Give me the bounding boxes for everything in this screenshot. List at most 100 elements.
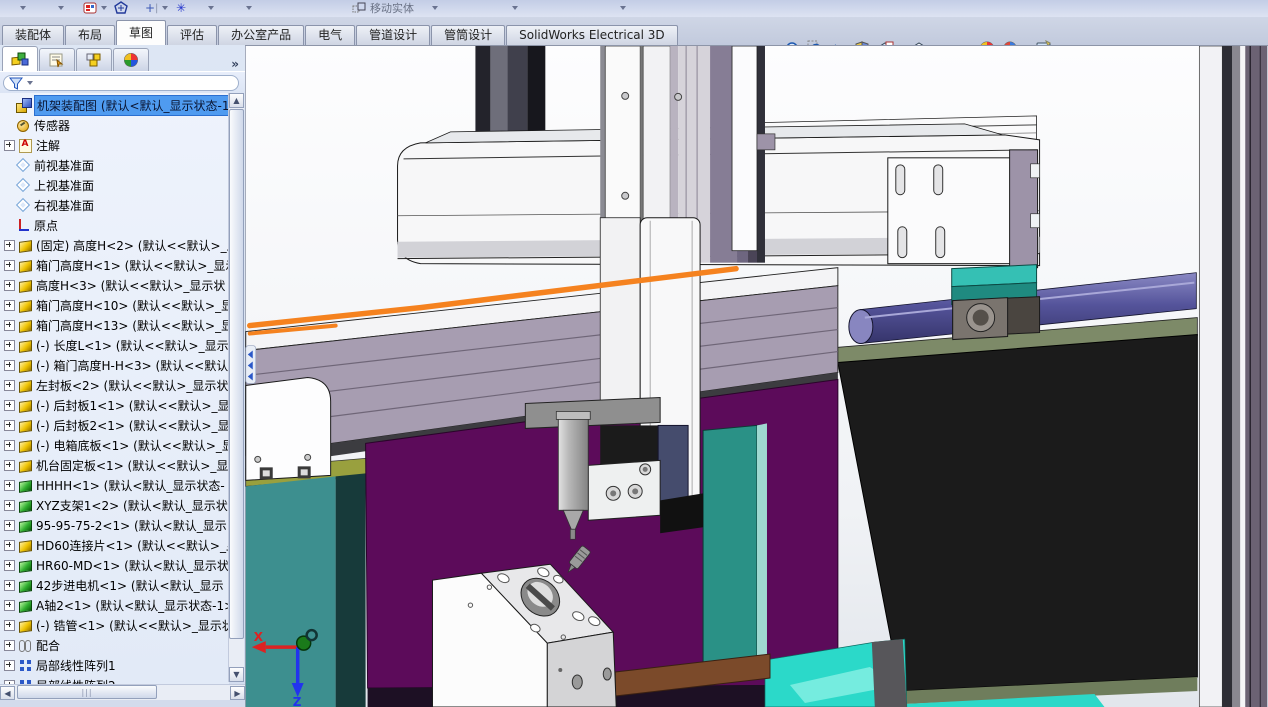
expander-icon[interactable] <box>4 620 15 631</box>
tree-item[interactable]: (-) 电箱底板<1> (默认<<默认>_显 <box>0 435 229 455</box>
tree-item[interactable]: (-) 锆管<1> (默认<<默认>_显示状 <box>0 615 229 635</box>
polygon-icon[interactable] <box>113 1 129 15</box>
tree-item[interactable]: (固定) 高度H<2> (默认<<默认>_显 <box>0 235 229 255</box>
scroll-up-button[interactable]: ▲ <box>229 93 244 108</box>
tree-item[interactable]: 95-95-75-2<1> (默认<默认_显示 <box>0 515 229 535</box>
expander-icon[interactable] <box>4 340 15 351</box>
toolbar-dropdown-icon[interactable] <box>58 1 64 15</box>
tree-item[interactable]: A轴2<1> (默认<默认_显示状态-1> <box>0 595 229 615</box>
tree-item[interactable]: 前视基准面 <box>0 155 229 175</box>
tab-property-manager[interactable] <box>39 48 75 71</box>
toolbar-dropdown-icon[interactable] <box>512 1 518 15</box>
scroll-left-button[interactable]: ◀ <box>0 686 15 700</box>
base-front-teal[interactable] <box>246 476 336 707</box>
panel-more-chevron[interactable]: » <box>231 57 239 71</box>
toolbar-dropdown-icon[interactable] <box>20 1 26 15</box>
tree-item[interactable]: HHHH<1> (默认<默认_显示状态- <box>0 475 229 495</box>
expander-icon[interactable] <box>4 280 15 291</box>
expander-icon[interactable] <box>4 260 15 271</box>
command-tab-9[interactable]: SolidWorks Electrical 3D <box>506 25 678 45</box>
color-swatch-icon[interactable] <box>83 1 98 15</box>
expander-icon[interactable] <box>4 400 15 411</box>
tree-item[interactable]: 配合 <box>0 635 229 655</box>
expander-icon[interactable] <box>4 460 15 471</box>
rail-bearing-block[interactable] <box>952 265 1040 340</box>
tree-item[interactable]: 机台固定板<1> (默认<<默认>_显 <box>0 455 229 475</box>
right-column[interactable] <box>1199 46 1267 707</box>
command-tab-1[interactable]: 装配体 <box>2 25 64 45</box>
stepper-motor[interactable] <box>600 425 658 465</box>
toolbar-dropdown-icon[interactable] <box>620 1 626 15</box>
expander-icon[interactable] <box>4 360 15 371</box>
expander-icon[interactable] <box>4 300 15 311</box>
expander-icon[interactable] <box>4 520 15 531</box>
tree-item[interactable]: 原点 <box>0 215 229 235</box>
tree-item[interactable]: (-) 箱门高度H-H<3> (默认<<默认 <box>0 355 229 375</box>
tree-item[interactable]: 箱门高度H<1> (默认<<默认>_显示 <box>0 255 229 275</box>
toolbar-dropdown-icon[interactable] <box>162 1 168 15</box>
tree-filter-input[interactable] <box>3 75 239 91</box>
plus-icon[interactable]: + <box>145 1 155 15</box>
toolbar-dropdown-icon[interactable] <box>101 1 107 15</box>
expander-icon[interactable] <box>4 380 15 391</box>
table-leg[interactable] <box>703 423 767 673</box>
move-entities-button[interactable]: 移动实体 <box>352 1 414 15</box>
command-tab-6[interactable]: 电气 <box>305 25 355 45</box>
tree-item[interactable]: (-) 后封板1<1> (默认<<默认>_显 <box>0 395 229 415</box>
tab-feature-manager[interactable] <box>2 46 38 71</box>
tree-item[interactable]: (-) 长度L<1> (默认<<默认>_显示 <box>0 335 229 355</box>
toolbar-dropdown-icon[interactable] <box>432 1 438 15</box>
tab-display-manager[interactable] <box>113 48 149 71</box>
scroll-right-button[interactable]: ▶ <box>230 686 245 700</box>
tree-item[interactable]: 箱门高度H<13> (默认<<默认>_显 <box>0 315 229 335</box>
tree-item[interactable]: HD60连接片<1> (默认<<默认>_显 <box>0 535 229 555</box>
tree-item[interactable]: 上视基准面 <box>0 175 229 195</box>
command-tab-7[interactable]: 管道设计 <box>356 25 430 45</box>
tree-item[interactable]: 右视基准面 <box>0 195 229 215</box>
rear-column[interactable] <box>475 46 545 142</box>
tree-item[interactable]: 箱门高度H<10> (默认<<默认>_显 <box>0 295 229 315</box>
toolbar-dropdown-icon[interactable] <box>208 1 214 15</box>
tree-item[interactable]: 注解 <box>0 135 229 155</box>
command-tab-2[interactable]: 布局 <box>65 25 115 45</box>
horizontal-scroll-thumb[interactable]: ||| <box>17 685 157 699</box>
tree-item[interactable]: 局部线性阵列1 <box>0 655 229 675</box>
expander-icon[interactable] <box>4 320 15 331</box>
tree-item[interactable]: 传感器 <box>0 115 229 135</box>
expander-icon[interactable] <box>4 580 15 591</box>
mount-plate[interactable] <box>525 397 660 428</box>
slide-block[interactable] <box>658 425 688 505</box>
filter-dropdown-icon[interactable] <box>27 81 33 85</box>
command-tab-5[interactable]: 办公室产品 <box>218 25 304 45</box>
beam-end-box[interactable] <box>246 377 331 480</box>
tab-configuration-manager[interactable] <box>76 48 112 71</box>
tree-item-root[interactable]: 机架装配图 (默认<默认_显示状态-1>) <box>0 95 229 115</box>
3d-viewport[interactable]: X Z <box>245 45 1268 707</box>
vertical-scroll-thumb[interactable] <box>229 109 244 639</box>
toolbar-dropdown-icon[interactable] <box>246 1 252 15</box>
expander-icon[interactable] <box>4 480 15 491</box>
tree-item[interactable]: HR60-MD<1> (默认<默认_显示状 <box>0 555 229 575</box>
expander-icon[interactable] <box>4 140 15 151</box>
tree-item[interactable]: XYZ支架1<2> (默认<默认_显示状 <box>0 495 229 515</box>
beam-end-plate[interactable] <box>888 150 1040 268</box>
expander-icon[interactable] <box>4 240 15 251</box>
spline-star-icon[interactable]: ✳ <box>176 1 186 15</box>
expander-icon[interactable] <box>4 420 15 431</box>
tree-item[interactable]: 左封板<2> (默认<<默认>_显示状 <box>0 375 229 395</box>
expander-icon[interactable] <box>4 640 15 651</box>
tree-item[interactable]: (-) 后封板2<1> (默认<<默认>_显 <box>0 415 229 435</box>
scroll-down-button[interactable]: ▼ <box>229 667 244 682</box>
tree-item[interactable]: 局部线性阵列2 <box>0 675 229 684</box>
command-tab-4[interactable]: 评估 <box>167 25 217 45</box>
panel-splitter-control[interactable] <box>246 346 256 384</box>
expander-icon[interactable] <box>4 560 15 571</box>
expander-icon[interactable] <box>4 600 15 611</box>
expander-icon[interactable] <box>4 540 15 551</box>
expander-icon[interactable] <box>4 660 15 671</box>
command-tab-3[interactable]: 草图 <box>116 20 166 45</box>
tree-item[interactable]: 42步进电机<1> (默认<默认_显示 <box>0 575 229 595</box>
expander-icon[interactable] <box>4 500 15 511</box>
expander-icon[interactable] <box>4 440 15 451</box>
command-tab-8[interactable]: 管筒设计 <box>431 25 505 45</box>
